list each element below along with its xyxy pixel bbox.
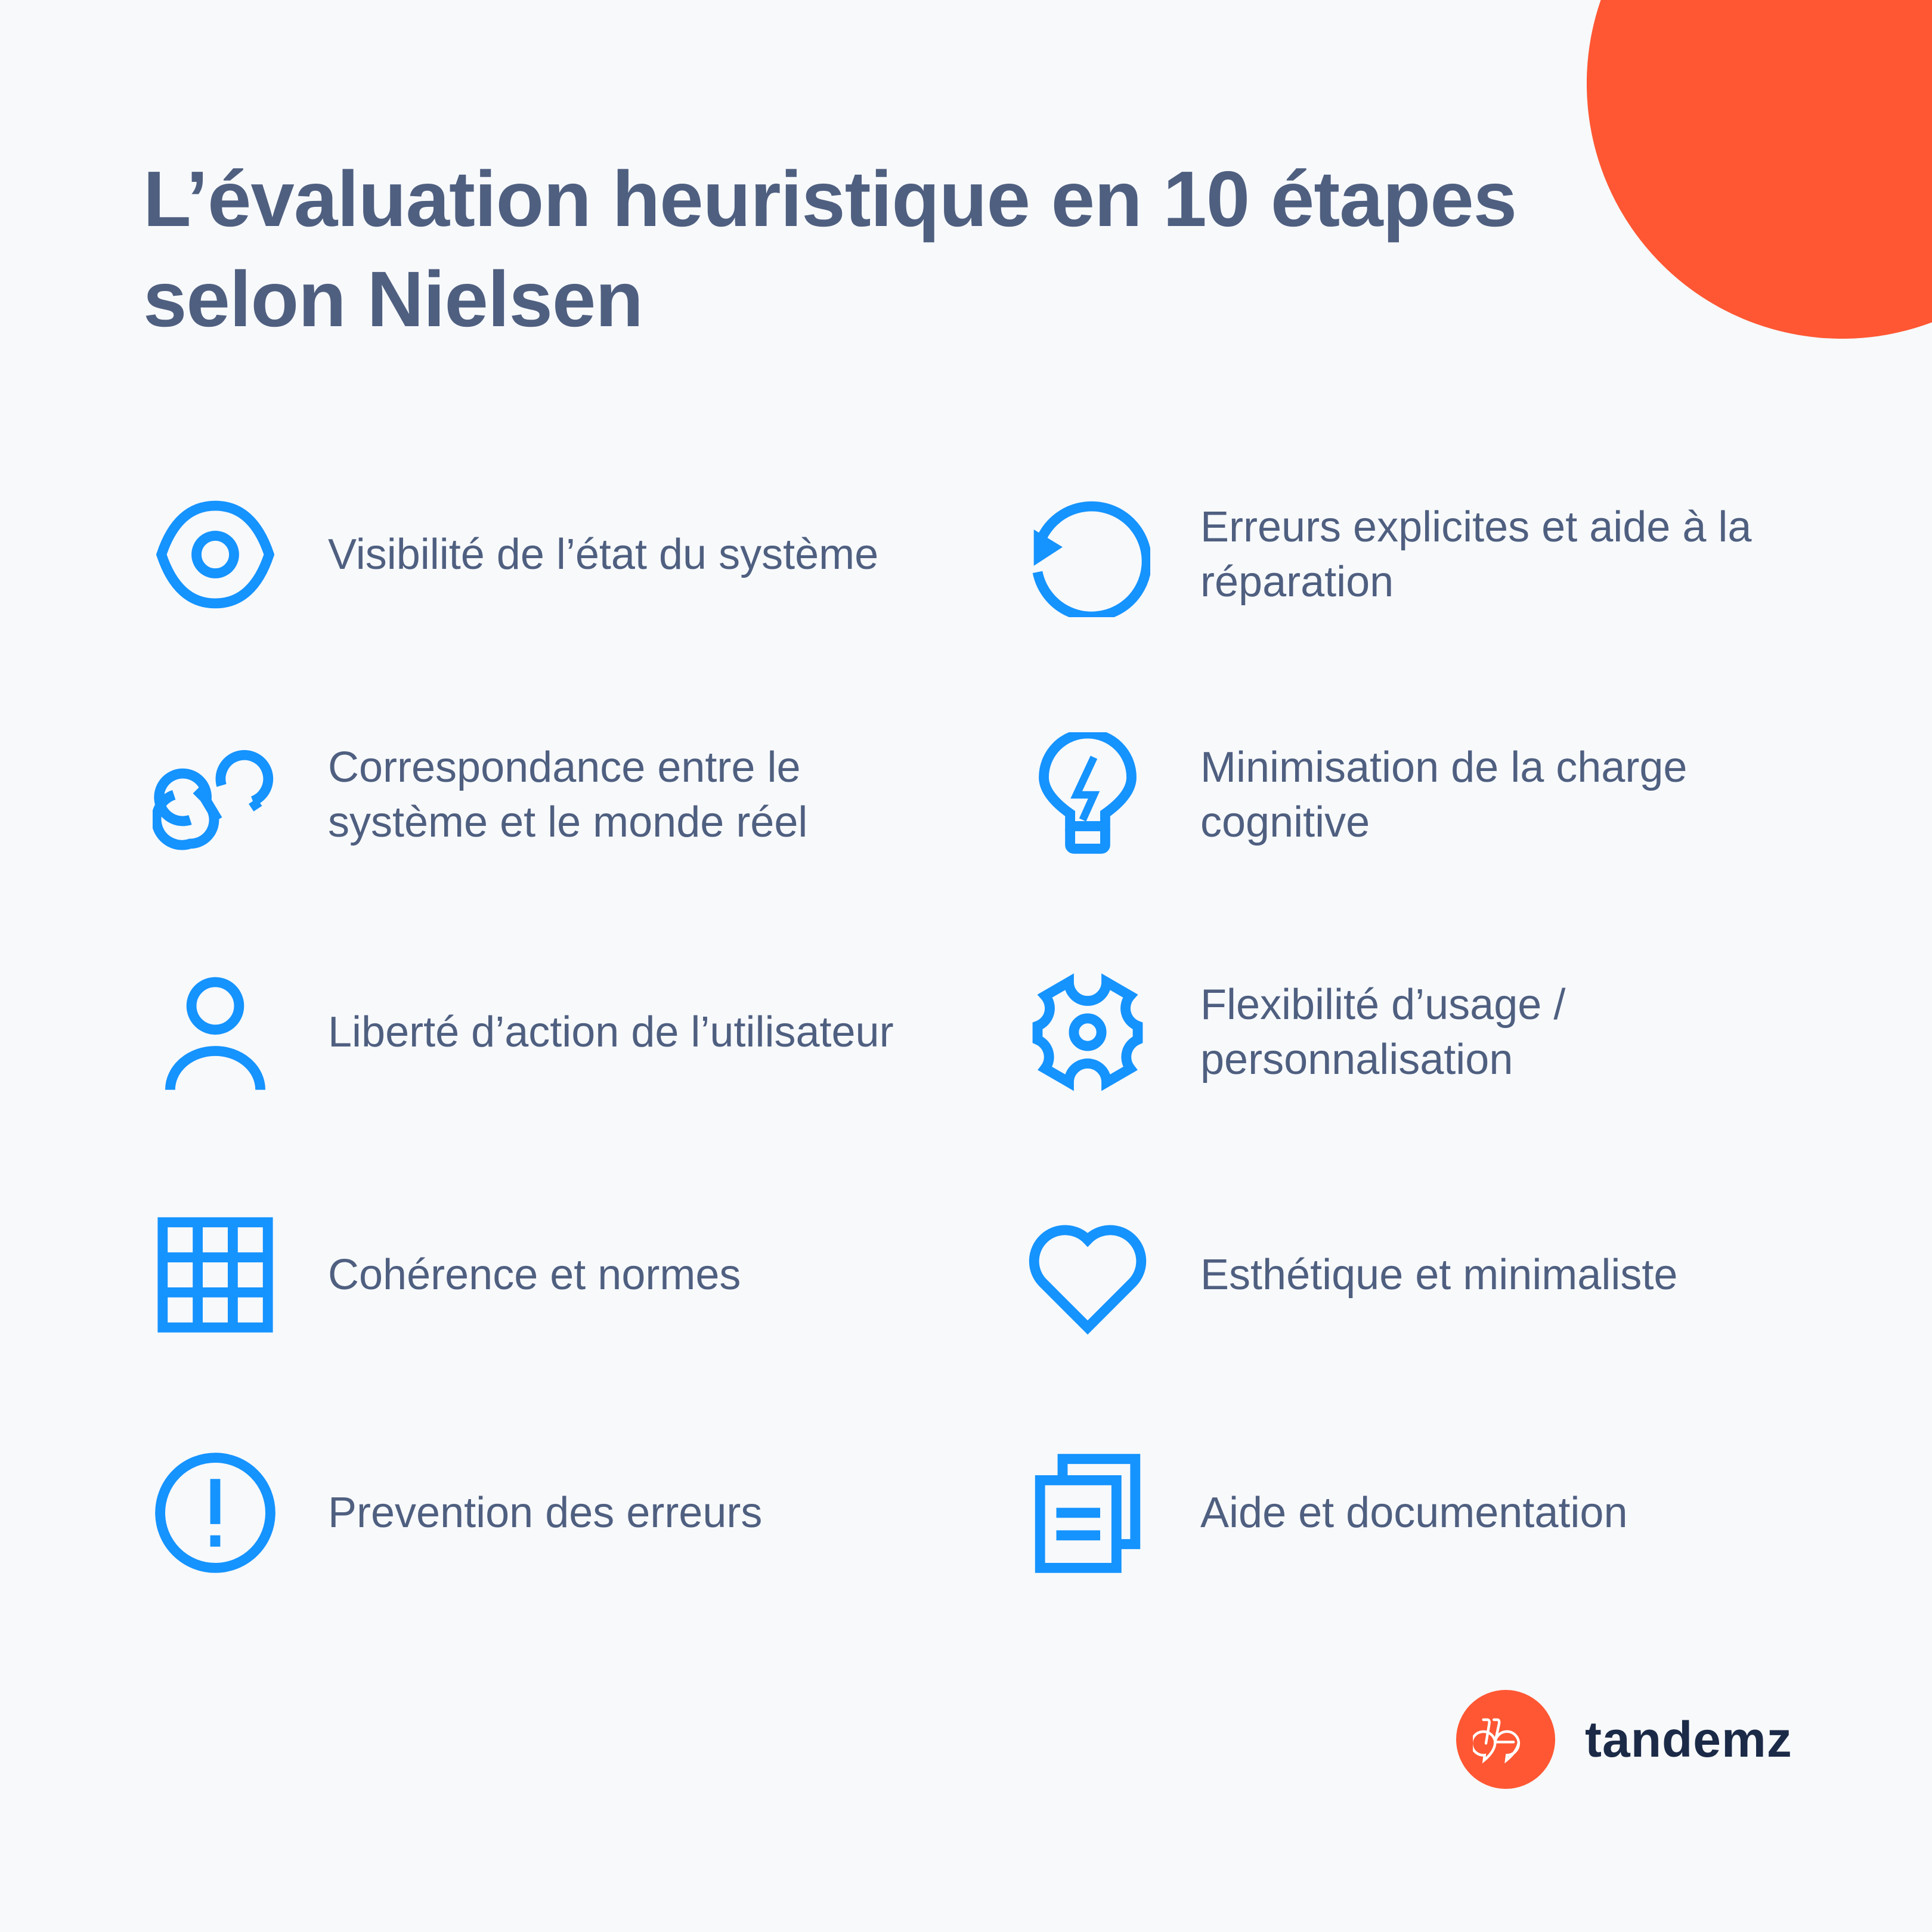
user-icon <box>153 970 278 1095</box>
list-item: Prevention des erreurs <box>153 1450 924 1575</box>
eye-icon <box>153 492 278 617</box>
list-item: Liberté d’action de l’utilisateur <box>153 970 924 1095</box>
link-icon <box>153 732 278 857</box>
item-label: Correspondance entre le système et le mo… <box>328 744 808 846</box>
item-label: Visibilité de l’état du système <box>328 531 879 578</box>
undo-icon <box>1025 492 1150 617</box>
decorative-circle <box>1587 0 1932 339</box>
item-label: Cohérence et normes <box>328 1251 741 1299</box>
brand-logo: tandemz <box>1456 1690 1792 1789</box>
item-label: Liberté d’action de l’utilisateur <box>328 1008 894 1056</box>
list-item: Esthétique et minimaliste <box>1025 1212 1797 1337</box>
list-item: Flexibilité d’usage / personnalisation <box>1025 970 1797 1095</box>
list-item: Minimisation de la charge cognitive <box>1025 732 1797 857</box>
page-title: L’évaluation heuristique en 10 étapes se… <box>143 155 1517 343</box>
item-label: Flexibilité d’usage / personnalisation <box>1200 981 1566 1083</box>
list-item: Correspondance entre le système et le mo… <box>153 732 924 857</box>
grid-icon <box>153 1212 278 1337</box>
list-item: Visibilité de l’état du système <box>153 492 924 617</box>
list-item: Cohérence et normes <box>153 1212 924 1337</box>
item-label: Aide et documentation <box>1200 1489 1628 1537</box>
gear-icon <box>1025 970 1150 1095</box>
tandem-bike-icon <box>1456 1690 1555 1789</box>
item-label: Erreurs explicites et aide à la réparati… <box>1200 503 1752 606</box>
item-label: Minimisation de la charge cognitive <box>1200 744 1688 846</box>
lightbulb-icon <box>1025 732 1150 857</box>
documents-icon <box>1025 1450 1150 1575</box>
list-item: Erreurs explicites et aide à la réparati… <box>1025 492 1797 617</box>
brand-name: tandemz <box>1585 1711 1792 1767</box>
heart-icon <box>1025 1212 1150 1337</box>
item-label: Prevention des erreurs <box>328 1489 763 1537</box>
list-item: Aide et documentation <box>1025 1450 1797 1575</box>
exclamation-circle-icon <box>153 1450 278 1575</box>
item-label: Esthétique et minimaliste <box>1200 1251 1678 1299</box>
